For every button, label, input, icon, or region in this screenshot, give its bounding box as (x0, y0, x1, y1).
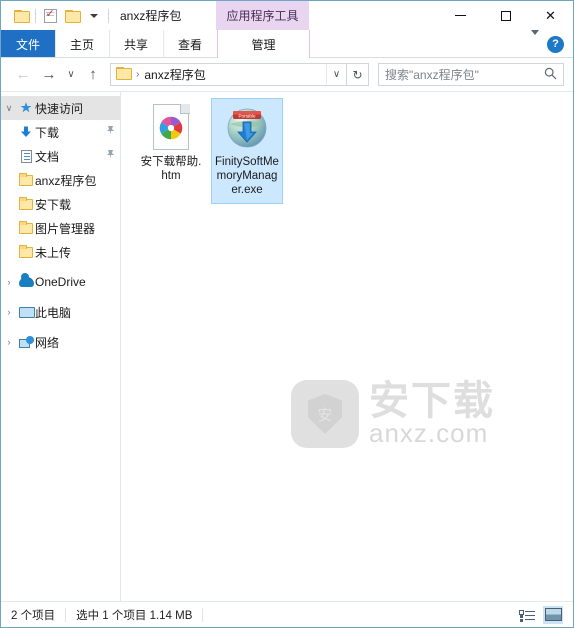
tab-file[interactable]: 文件 (1, 30, 55, 58)
qat-divider-1 (35, 8, 36, 23)
sidebar-item-anxiazai[interactable]: 安下载 (1, 192, 120, 216)
pin-icon[interactable] (105, 149, 116, 163)
status-divider-2 (202, 607, 204, 622)
site-watermark: 安 安下载 anxz.com (291, 380, 495, 448)
view-mode-buttons (517, 605, 563, 624)
maximize-button[interactable] (483, 1, 528, 30)
svg-text:Portable: Portable (238, 113, 256, 118)
qat-divider-2 (108, 8, 109, 23)
download-arrow-icon (17, 125, 35, 139)
folder-icon (17, 172, 35, 186)
sidebar-item-label: 未上传 (35, 245, 72, 260)
sidebar-item-image-manager[interactable]: 图片管理器 (1, 216, 120, 240)
ribbon-collapse-chevron-down-icon[interactable] (531, 30, 539, 53)
folder-icon (17, 220, 35, 234)
explorer-body: ∨ 快速访问 下载 文档 anxz程序包 安下载 图片管理器 未上传 › One… (1, 91, 573, 601)
cloud-icon (17, 273, 35, 287)
address-input[interactable]: › anxz程序包 ∨ (110, 63, 347, 86)
sidebar-item-onedrive[interactable]: › OneDrive (1, 270, 120, 294)
sidebar-item-this-pc[interactable]: › 此电脑 (1, 300, 120, 324)
new-folder-icon[interactable] (61, 5, 83, 27)
html-document-icon (147, 103, 195, 151)
back-button[interactable]: ← (10, 62, 36, 88)
sidebar-item-downloads[interactable]: 下载 (1, 120, 120, 144)
expander-chevron-right-icon[interactable]: › (1, 277, 17, 287)
sidebar-item-anxz-package[interactable]: anxz程序包 (1, 168, 120, 192)
breadcrumb[interactable]: anxz程序包 (144, 66, 205, 83)
recent-locations-chevron-down-icon[interactable]: ∨ (62, 62, 80, 88)
tab-view[interactable]: 查看 (163, 30, 218, 58)
window-title: anxz程序包 (120, 9, 182, 23)
large-icons-view-button[interactable] (543, 605, 563, 624)
qat-customize-chevron-down-icon[interactable] (83, 5, 105, 27)
properties-icon[interactable] (39, 5, 61, 27)
ribbon-right-controls: ? (531, 30, 573, 58)
status-bar: 2 个项目 选中 1 个项目 1.14 MB (1, 601, 573, 627)
tab-home[interactable]: 主页 (55, 30, 110, 58)
contextual-tab-group-label: 应用程序工具 (216, 1, 309, 30)
file-list-pane[interactable]: 安下载帮助.htm Portable FinitySoftMemoryManag… (121, 92, 573, 601)
this-pc-icon (17, 306, 35, 318)
forward-button[interactable]: → (36, 62, 62, 88)
close-button[interactable]: ✕ (528, 1, 573, 30)
up-button[interactable]: ↑ (80, 62, 106, 88)
tab-share[interactable]: 共享 (109, 30, 164, 58)
sidebar-item-label: 安下载 (35, 197, 72, 212)
details-view-button[interactable] (517, 606, 537, 624)
sidebar-item-label: 下载 (35, 125, 60, 140)
ribbon-tab-strip: 文件 主页 共享 查看 管理 ? (1, 30, 573, 58)
sidebar-item-not-uploaded[interactable]: 未上传 (1, 240, 120, 264)
file-item-label: FinitySoftMemoryManager.exe (215, 156, 279, 196)
navigation-pane: ∨ 快速访问 下载 文档 anxz程序包 安下载 图片管理器 未上传 › One… (1, 92, 121, 601)
sidebar-item-label: 网络 (35, 335, 60, 350)
window-controls: ✕ (438, 1, 573, 30)
installer-globe-icon: Portable (223, 103, 271, 151)
watermark-text: 安下载 anxz.com (369, 379, 495, 448)
sidebar-item-quick-access[interactable]: ∨ 快速访问 (1, 96, 120, 120)
qat-folder-icon[interactable] (10, 5, 32, 27)
minimize-button[interactable] (438, 1, 483, 30)
sidebar-item-label: 快速访问 (35, 101, 84, 116)
refresh-button[interactable]: ↻ (347, 63, 369, 86)
expander-chevron-right-icon[interactable]: › (1, 307, 17, 317)
expander-chevron-right-icon[interactable]: › (1, 337, 17, 347)
watermark-shield-badge: 安 (291, 380, 359, 448)
folder-icon (17, 244, 35, 258)
address-bar-row: ← → ∨ ↑ › anxz程序包 ∨ ↻ 搜索"anxz程序包" (1, 58, 573, 91)
file-item-html[interactable]: 安下载帮助.htm (135, 98, 207, 204)
quick-access-toolbar (1, 5, 112, 27)
search-input[interactable]: 搜索"anxz程序包" (385, 66, 544, 83)
watermark-en-label: anxz.com (369, 418, 489, 448)
address-folder-icon (116, 66, 132, 84)
status-selection-info: 选中 1 个项目 1.14 MB (76, 609, 193, 622)
pin-icon[interactable] (105, 125, 116, 139)
expander-chevron-down-icon[interactable]: ∨ (1, 103, 17, 114)
sidebar-item-label: OneDrive (35, 275, 86, 289)
shield-icon: 安 (308, 394, 342, 434)
file-explorer-window: anxz程序包 应用程序工具 ✕ 文件 主页 共享 查看 管理 ? ← → ∨ … (0, 0, 574, 628)
sidebar-item-network[interactable]: › 网络 (1, 330, 120, 354)
sidebar-item-label: 此电脑 (35, 305, 72, 320)
file-items-container: 安下载帮助.htm Portable FinitySoftMemoryManag… (121, 92, 573, 204)
sidebar-item-label: 图片管理器 (35, 221, 96, 236)
file-item-exe[interactable]: Portable FinitySoftMemoryManager.exe (211, 98, 283, 204)
network-icon (17, 336, 35, 348)
sidebar-item-label: 文档 (35, 149, 60, 164)
sidebar-item-documents[interactable]: 文档 (1, 144, 120, 168)
status-item-count: 2 个项目 (11, 609, 56, 622)
search-icon[interactable] (544, 67, 557, 83)
file-item-label: 安下载帮助.htm (140, 156, 202, 182)
breadcrumb-separator: › (136, 69, 140, 80)
tab-manage[interactable]: 管理 (217, 30, 311, 58)
pin-star-icon (17, 101, 35, 115)
folder-icon (17, 196, 35, 210)
sidebar-item-label: anxz程序包 (35, 173, 97, 188)
title-bar: anxz程序包 应用程序工具 ✕ (1, 1, 573, 30)
watermark-cn-label: 安下载 (369, 379, 495, 423)
help-icon[interactable]: ? (547, 35, 564, 53)
search-box[interactable]: 搜索"anxz程序包" (378, 63, 564, 86)
document-icon (17, 149, 35, 163)
status-divider-1 (65, 607, 67, 622)
address-dropdown-chevron-down-icon[interactable]: ∨ (326, 64, 346, 85)
